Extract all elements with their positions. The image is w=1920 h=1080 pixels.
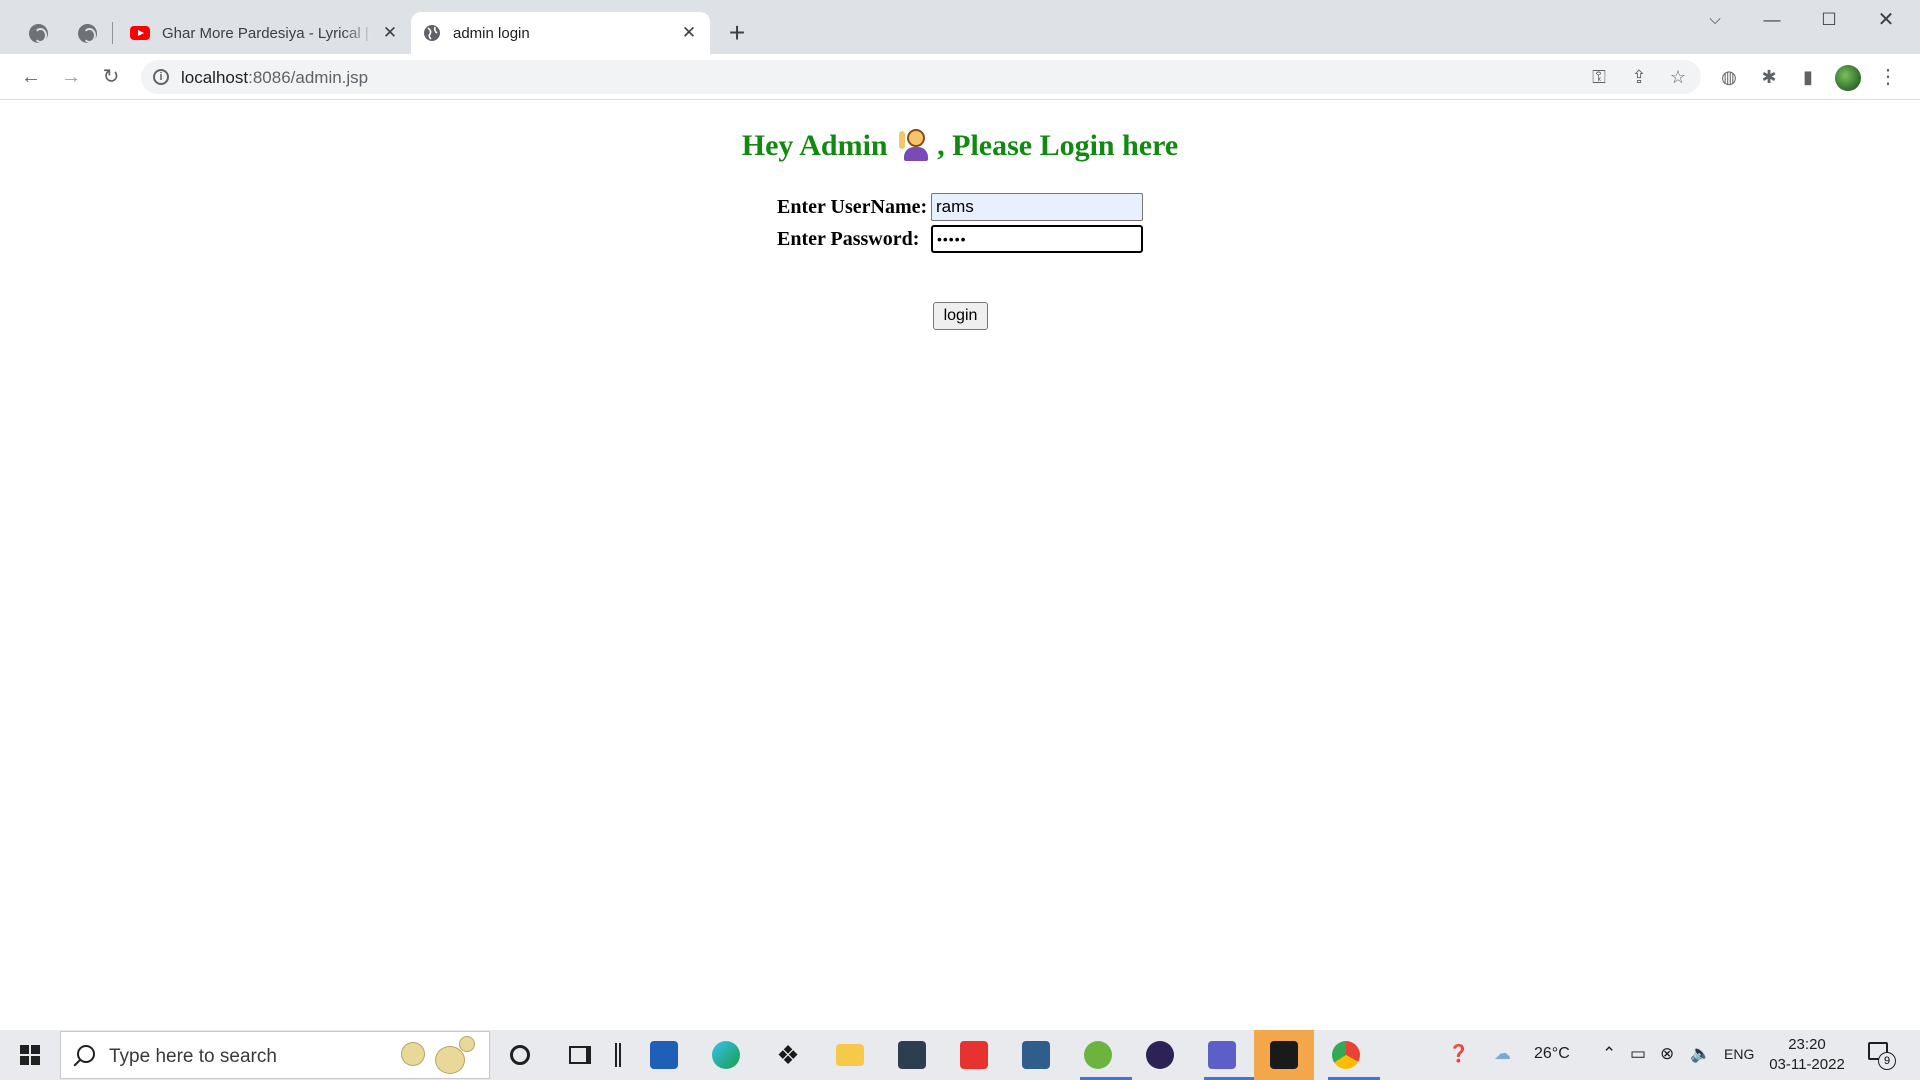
avatar[interactable]: [1835, 65, 1861, 91]
edge-icon[interactable]: [704, 1035, 748, 1075]
new-tab-button[interactable]: +: [720, 18, 754, 48]
language-indicator[interactable]: ENG: [1724, 1046, 1754, 1062]
help-icon[interactable]: ❓: [1448, 1044, 1469, 1064]
sublime-icon[interactable]: [890, 1035, 934, 1075]
close-icon[interactable]: ✕: [381, 24, 399, 42]
url-host: localhost: [181, 68, 249, 87]
notifications-icon[interactable]: 9: [1868, 1042, 1896, 1070]
clock-date: 03-11-2022: [1769, 1056, 1845, 1073]
tab-title: Ghar More Pardesiya - Lyrical | Ka: [162, 24, 375, 42]
kebab-menu-icon[interactable]: ⋮: [1874, 64, 1902, 90]
close-window-button[interactable]: ✕: [1864, 4, 1908, 36]
side-panel-icon[interactable]: ▮: [1794, 64, 1822, 90]
notification-count: 9: [1878, 1052, 1896, 1070]
search-icon: [77, 1045, 95, 1063]
network-icon[interactable]: ⊗: [1660, 1044, 1674, 1064]
microsoft-store-icon[interactable]: [642, 1035, 686, 1075]
taskbar-search-input[interactable]: Type here to search: [60, 1031, 490, 1079]
tab-separator: [112, 22, 113, 44]
weather-temp[interactable]: 26°C: [1534, 1045, 1570, 1063]
dropbox-icon[interactable]: ❖: [766, 1035, 810, 1075]
url-path: :8086/admin.jsp: [248, 68, 369, 87]
password-input[interactable]: [931, 225, 1143, 253]
spring-tool-icon[interactable]: [1076, 1035, 1132, 1080]
volume-icon[interactable]: 🔈: [1690, 1044, 1711, 1064]
eclipse-icon[interactable]: [1138, 1035, 1182, 1075]
chrome-icon[interactable]: [1324, 1035, 1380, 1080]
globe-icon: [28, 23, 48, 43]
tab-admin-login[interactable]: admin login ✕: [411, 12, 710, 54]
heading-text: Hey Admin: [741, 129, 888, 162]
search-placeholder: Type here to search: [109, 1046, 277, 1067]
chevron-up-icon[interactable]: ⌃: [1602, 1044, 1616, 1064]
divider-icon: [596, 1035, 640, 1075]
page-title: Hey Admin , Please Login here: [4, 127, 1916, 163]
star-icon[interactable]: ☆: [1665, 65, 1691, 89]
tab-title: admin login: [453, 24, 530, 42]
info-icon[interactable]: i: [153, 69, 169, 85]
url-text[interactable]: localhost:8086/admin.jsp: [181, 68, 368, 88]
cloud-icon[interactable]: ☁: [1494, 1044, 1511, 1064]
browser-toolbar: ← → ↻ i localhost:8086/admin.jsp ⚿ ⇪ ☆ ◍…: [0, 54, 1920, 100]
search-highlight-art-icon: [401, 1036, 483, 1076]
teams-icon[interactable]: [1200, 1035, 1256, 1080]
forward-arrow-icon[interactable]: →: [55, 61, 87, 93]
wps-office-icon[interactable]: [952, 1035, 996, 1075]
person-raising-hand-icon: [899, 127, 933, 161]
share-icon[interactable]: ⇪: [1626, 65, 1652, 89]
page-content: Hey Admin , Please Login here Enter User…: [4, 101, 1916, 1030]
extension-globe-icon[interactable]: ◍: [1715, 64, 1743, 90]
pinned-tab[interactable]: [18, 13, 58, 53]
close-icon[interactable]: ✕: [680, 24, 698, 42]
globe-icon: [77, 23, 97, 43]
taskbar: Type here to search ❖ ❓ ☁ 26°C ⌃ ▭ ⊗ 🔈 E…: [0, 1030, 1920, 1080]
tab-youtube[interactable]: Ghar More Pardesiya - Lyrical | Ka ✕: [118, 12, 411, 54]
address-bar[interactable]: i localhost:8086/admin.jsp ⚿ ⇪ ☆: [141, 60, 1701, 94]
maximize-button[interactable]: ☐: [1807, 4, 1851, 36]
heading-text: , Please Login here: [937, 129, 1179, 162]
battery-icon[interactable]: ▭: [1630, 1044, 1646, 1064]
minimize-button[interactable]: —: [1750, 4, 1794, 36]
username-input[interactable]: [931, 193, 1143, 221]
youtube-icon: [130, 26, 150, 40]
username-label: Enter UserName:: [777, 196, 928, 218]
password-label: Enter Password:: [777, 228, 920, 250]
back-arrow-icon[interactable]: ←: [15, 61, 47, 93]
password-row: Enter Password:: [4, 224, 1916, 253]
globe-icon: [424, 25, 440, 41]
mysql-workbench-icon[interactable]: [1014, 1035, 1058, 1075]
pinned-tab[interactable]: [67, 13, 107, 53]
login-button[interactable]: login: [933, 302, 988, 330]
windows-start-icon[interactable]: [20, 1045, 40, 1065]
webex-icon[interactable]: [1254, 1030, 1314, 1080]
file-explorer-icon[interactable]: [828, 1035, 872, 1075]
clock[interactable]: 23:20 03-11-2022: [1762, 1035, 1852, 1075]
tab-search-chevron-icon[interactable]: ⌵: [1693, 4, 1737, 36]
reload-icon[interactable]: ↻: [95, 61, 127, 93]
clock-time: 23:20: [1788, 1036, 1826, 1053]
username-row: Enter UserName:: [4, 192, 1916, 221]
key-icon[interactable]: ⚿: [1586, 65, 1612, 89]
cortana-icon[interactable]: [498, 1035, 542, 1075]
puzzle-icon[interactable]: ✱: [1755, 64, 1783, 90]
tab-strip: Ghar More Pardesiya - Lyrical | Ka ✕ adm…: [0, 0, 1920, 54]
